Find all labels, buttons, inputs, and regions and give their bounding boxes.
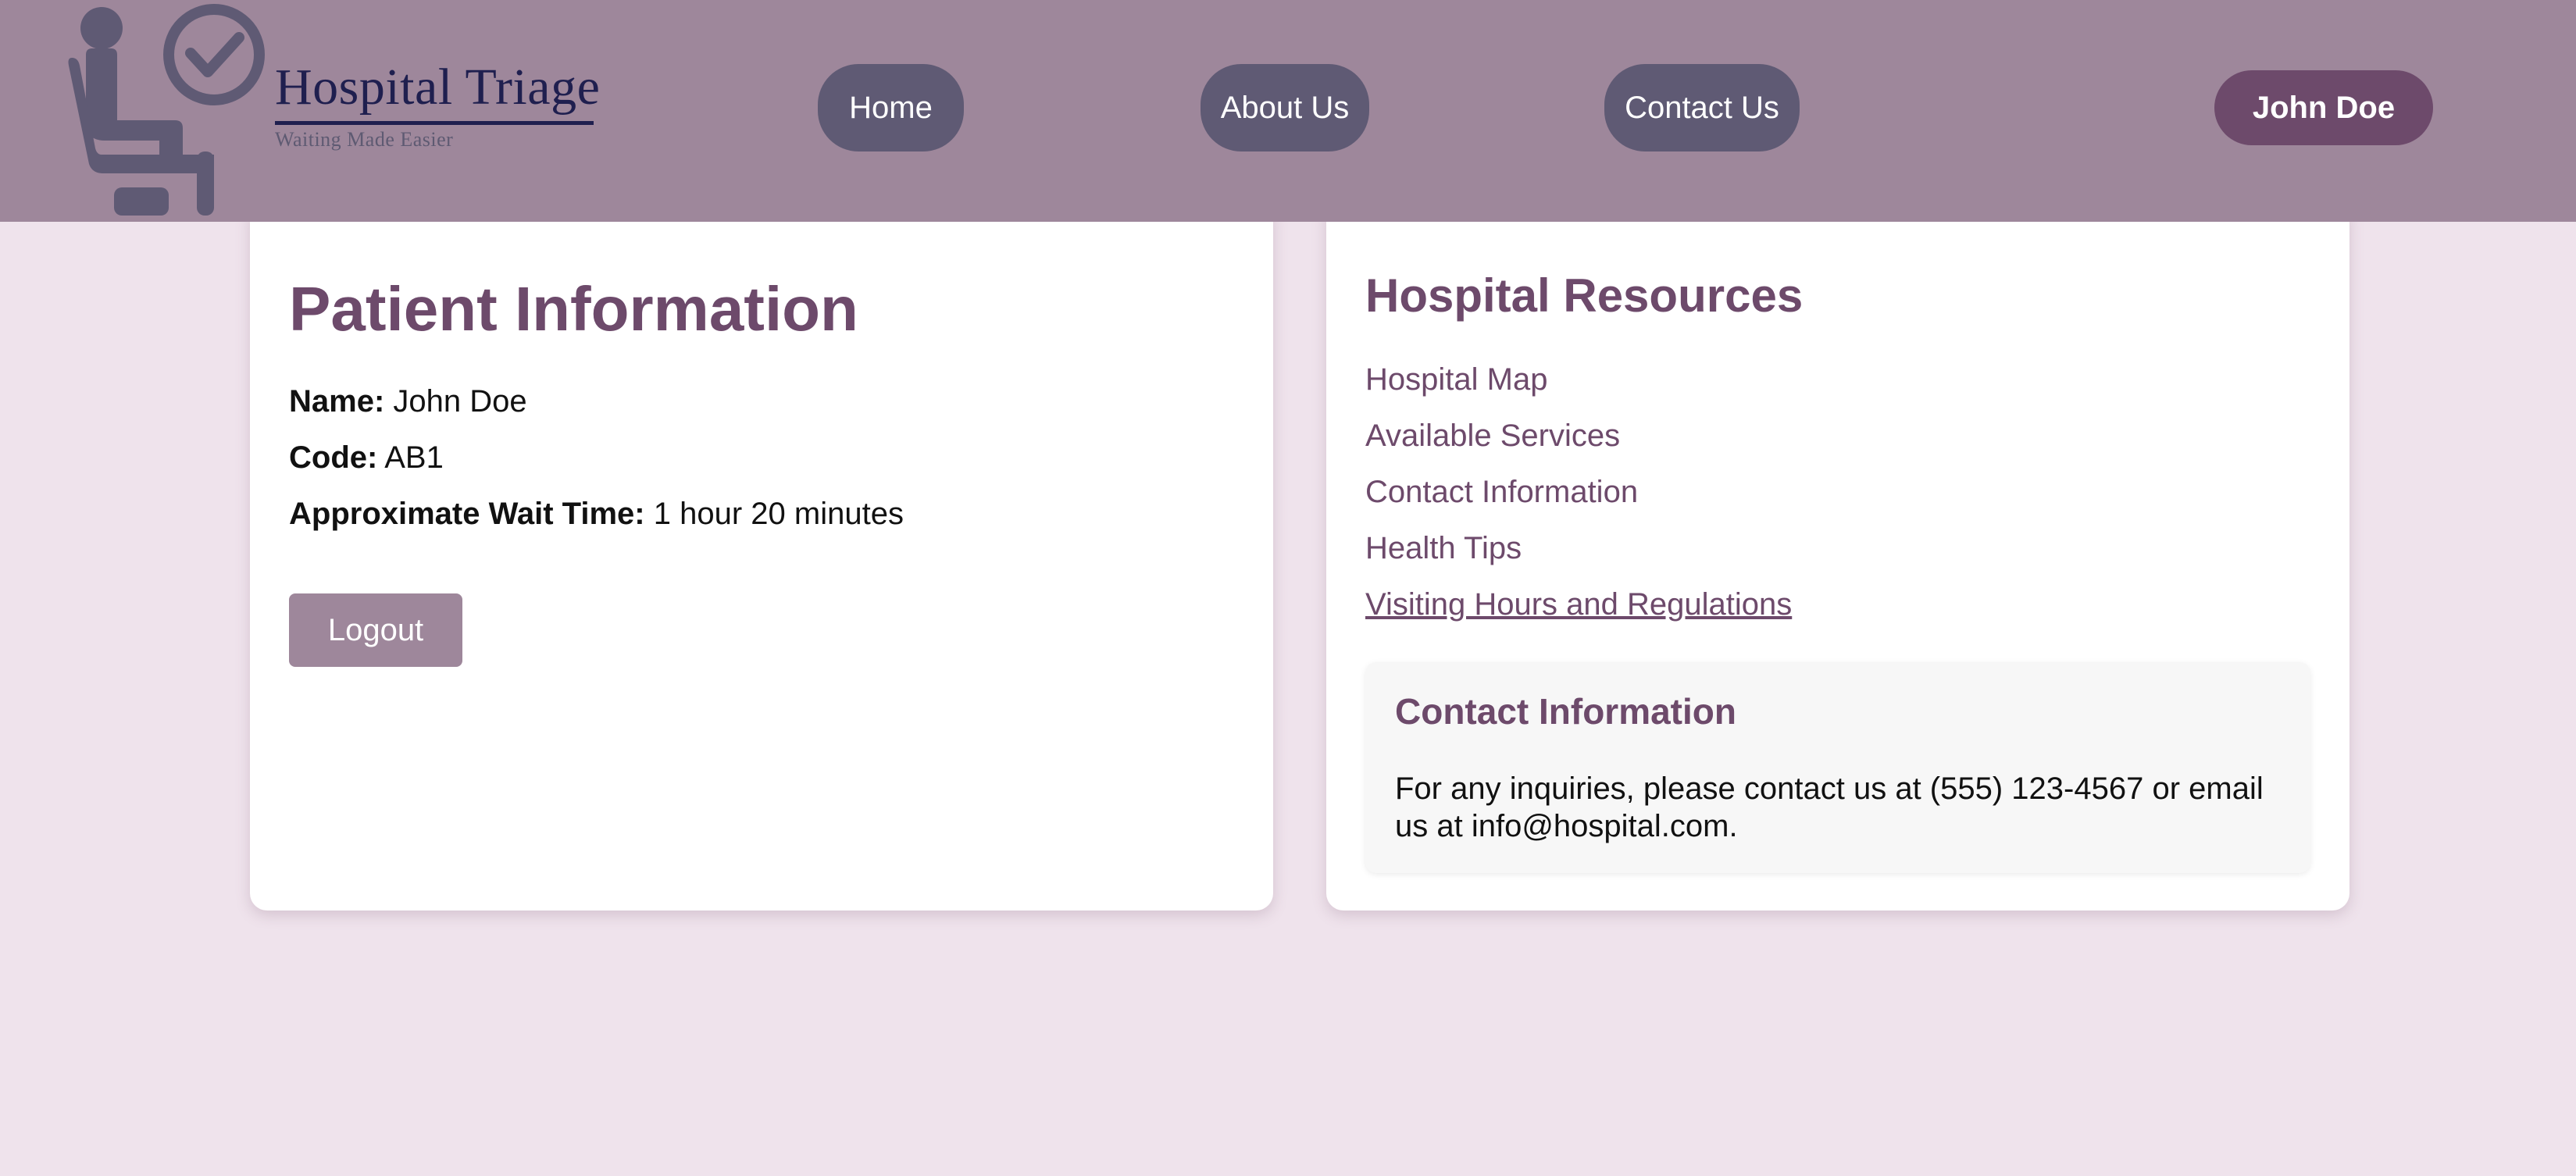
patient-name-value: John Doe [393,384,527,419]
logo-underline [275,121,594,125]
wait-time-row: Approximate Wait Time: 1 hour 20 minutes [289,497,904,532]
wait-time-label: Approximate Wait Time: [289,497,645,531]
patient-code-row: Code: AB1 [289,440,444,476]
patient-code-label: Code: [289,440,378,475]
site-logo[interactable]: Hospital Triage Waiting Made Easier [66,3,612,219]
hospital-resources-card: Hospital Resources Hospital Map Availabl… [1326,211,2349,911]
waiting-chair-clock-icon [68,4,265,216]
patient-name-label: Name: [289,384,385,419]
logo-subtitle: Waiting Made Easier [275,128,454,151]
resource-link-available-services[interactable]: Available Services [1365,419,1620,454]
site-header: Hospital Triage Waiting Made Easier Home… [0,0,2576,222]
resource-link-visiting-hours[interactable]: Visiting Hours and Regulations [1365,587,1792,622]
patient-code-value: AB1 [384,440,444,475]
nav-contact-us-button[interactable]: Contact Us [1604,64,1800,151]
user-account-button[interactable]: John Doe [2214,70,2433,145]
contact-information-box: Contact Information For any inquiries, p… [1365,662,2310,873]
patient-name-row: Name: John Doe [289,384,527,419]
logo-title: Hospital Triage [275,59,601,116]
nav-home-button[interactable]: Home [818,64,964,151]
logout-button[interactable]: Logout [289,593,462,667]
contact-information-text: For any inquiries, please contact us at … [1395,772,2264,843]
patient-information-title: Patient Information [289,274,858,344]
hospital-resources-title: Hospital Resources [1365,269,1804,322]
resource-link-contact-information[interactable]: Contact Information [1365,475,1638,510]
resource-link-hospital-map[interactable]: Hospital Map [1365,362,1547,397]
wait-time-value: 1 hour 20 minutes [653,497,904,531]
resource-link-health-tips[interactable]: Health Tips [1365,531,1522,566]
patient-information-card: Patient Information Name: John Doe Code:… [250,211,1273,911]
contact-information-title: Contact Information [1395,691,1736,732]
nav-about-us-button[interactable]: About Us [1201,64,1369,151]
